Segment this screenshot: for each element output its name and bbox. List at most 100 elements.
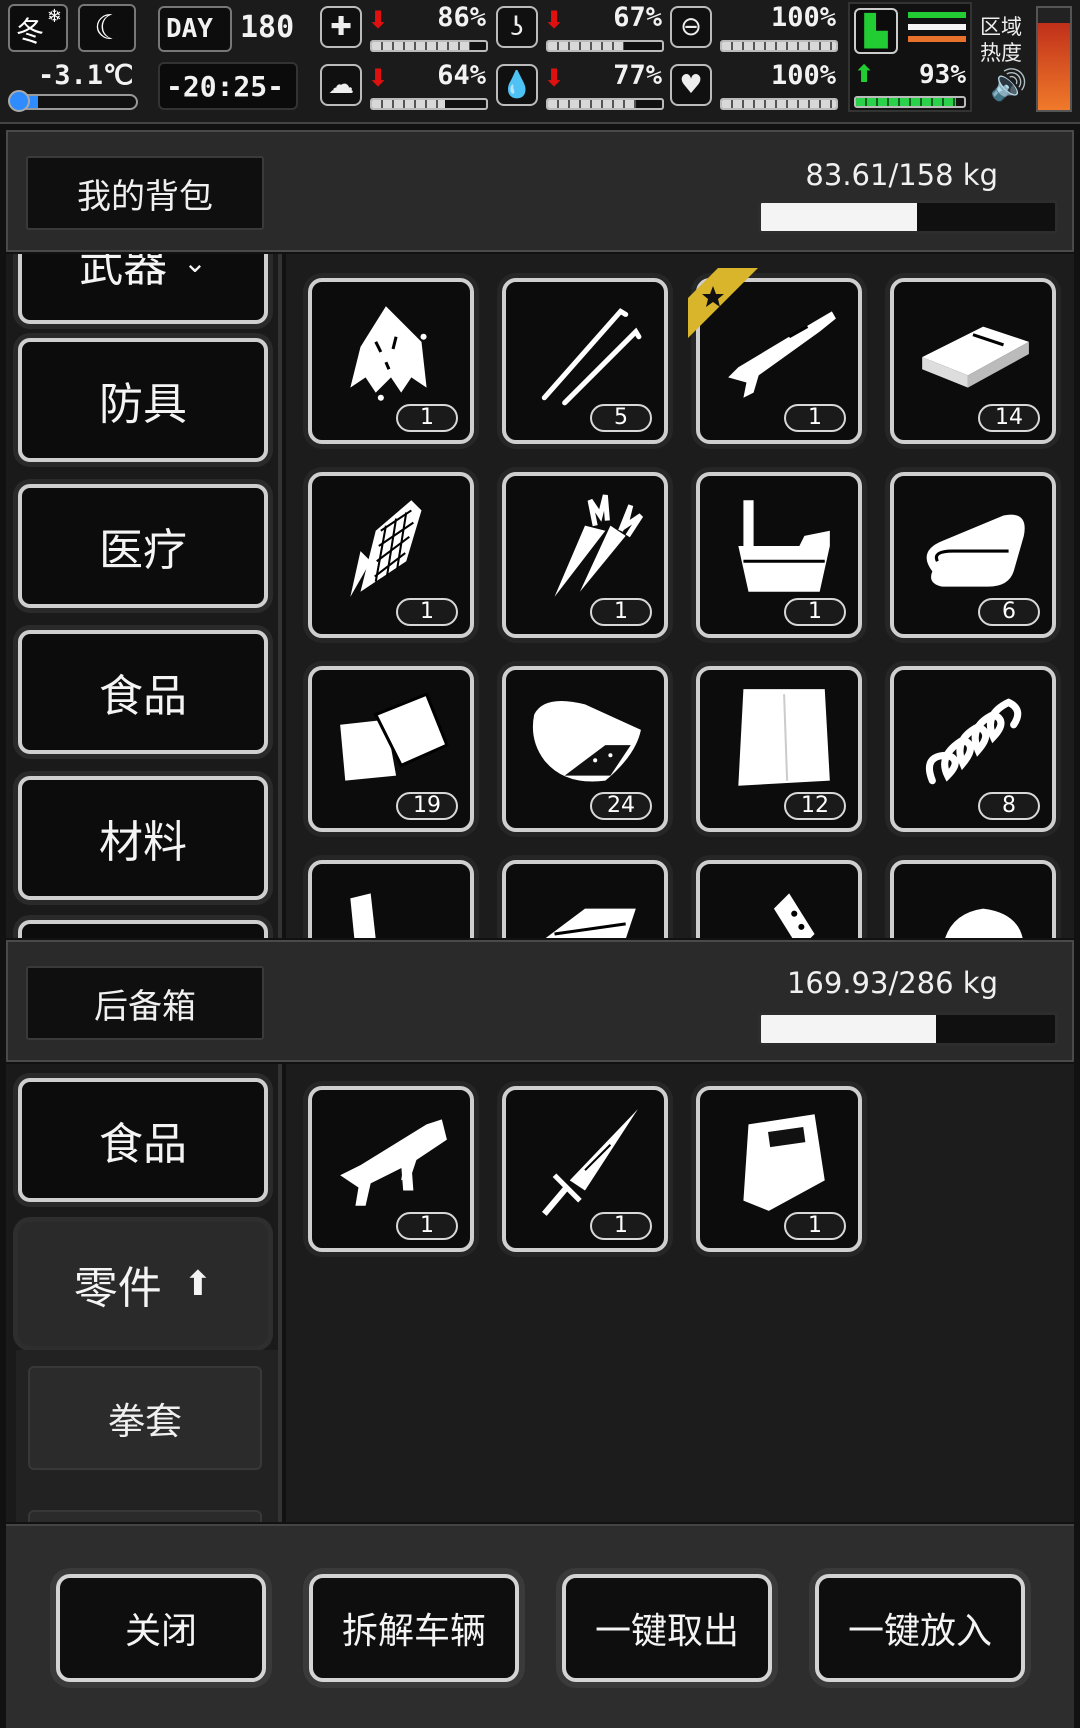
metal-plate-icon <box>922 326 1029 388</box>
action-bar: 关闭 拆解车辆 一键取出 一键放入 <box>6 1524 1074 1728</box>
dismantle-vehicle-button[interactable]: 拆解车辆 <box>309 1574 519 1682</box>
boot-icon: ▙ <box>854 8 898 54</box>
item-slot-lockpick[interactable]: 5 <box>502 278 668 444</box>
item-slot-metal-plate[interactable]: 14 <box>890 278 1056 444</box>
trunk-item-grid: 1 1 1 <box>286 1064 1074 1522</box>
category-more[interactable] <box>18 920 268 938</box>
close-button[interactable]: 关闭 <box>56 1574 266 1682</box>
subcategory-label: 拳套 <box>108 1400 182 1443</box>
take-all-label: 一键取出 <box>594 1611 739 1652</box>
rag-cloth-icon <box>350 306 427 401</box>
item-slot-dagger[interactable]: 1 <box>502 1086 668 1252</box>
hunger-stat: ʖ ⬇ 67% <box>496 2 666 58</box>
put-all-button[interactable]: 一键放入 <box>815 1574 1025 1682</box>
water-drop-icon: 💧 <box>496 64 538 106</box>
backpack-item-grid: 1 5 1 14 1 1 1 6 19 24 12 8 <box>286 254 1074 938</box>
item-slot-partial-1[interactable] <box>308 860 474 938</box>
day-number: 180 <box>240 10 295 45</box>
stomach-icon: ʖ <box>496 6 538 48</box>
subcategory-more[interactable] <box>28 1510 262 1522</box>
item-count: 1 <box>396 404 458 432</box>
medkit-icon: ✚ <box>320 6 362 48</box>
trend-up-icon: ⬆ <box>854 60 875 88</box>
item-slot-paper-sheet[interactable]: 12 <box>696 666 862 832</box>
zone-heat-label: 区域 热度 <box>980 15 1022 65</box>
health-value: 86% <box>437 2 486 33</box>
item-slot-shotgun[interactable]: 1 <box>688 268 862 444</box>
item-count: 6 <box>978 598 1040 626</box>
take-all-button[interactable]: 一键取出 <box>562 1574 772 1682</box>
item-slot-partial-4[interactable] <box>890 860 1056 938</box>
item-slot-leather-scrap[interactable]: 19 <box>308 666 474 832</box>
item-count: 1 <box>396 1212 458 1240</box>
item-slot-raw-meat[interactable]: 24 <box>502 666 668 832</box>
water-bucket-icon <box>738 500 830 592</box>
raw-meat-icon <box>532 701 641 782</box>
item-icon <box>545 908 636 938</box>
item-count: 1 <box>396 598 458 626</box>
thirst-value: 77% <box>613 60 662 91</box>
clock-box: -20:25- <box>158 62 298 110</box>
season-box: 冬 ❄ <box>8 4 68 52</box>
subcategory-knuckles[interactable]: 拳套 <box>28 1366 262 1470</box>
health-stat: ✚ ⬇ 86% <box>320 2 490 58</box>
item-slot-smg[interactable]: 1 <box>308 1086 474 1252</box>
trunk-category-list[interactable]: 食品 零件 ⬆ 拳套 <box>6 1064 282 1522</box>
category-armor[interactable]: 防具 <box>18 338 268 462</box>
item-slot-water-bucket[interactable]: 1 <box>696 472 862 638</box>
clock-label: -20:25- <box>166 70 285 103</box>
trunk-header: 后备箱 169.93/286 kg <box>6 940 1074 1062</box>
item-slot-cloth-roll[interactable]: 6 <box>890 472 1056 638</box>
heart-stat: ♥ 100% <box>670 60 840 116</box>
day-label: DAY <box>166 14 213 44</box>
category-label: 材料 <box>99 817 187 868</box>
category-label: 武器 <box>79 254 168 292</box>
item-icon <box>350 893 376 938</box>
category-label: 零件 <box>73 1263 162 1314</box>
item-count: 1 <box>784 404 846 432</box>
corn-icon <box>350 500 422 597</box>
snowflake-icon: ❄ <box>46 6 62 27</box>
category-label: 防具 <box>99 379 187 430</box>
item-slot-partial-2[interactable] <box>502 860 668 938</box>
temperature-label: -3.1℃ <box>38 60 134 91</box>
bandage-value: 100% <box>770 2 836 33</box>
item-count: 5 <box>590 404 652 432</box>
dagger-icon <box>542 1109 638 1216</box>
put-all-label: 一键放入 <box>847 1611 992 1652</box>
item-count: 12 <box>784 792 846 820</box>
trend-down-icon: ⬇ <box>544 6 565 34</box>
moon-icon: ☾ <box>78 4 136 52</box>
thermometer-bar <box>12 94 138 110</box>
category-medical[interactable]: 医疗 <box>18 484 268 608</box>
category-weapons[interactable]: 武器 ⌄ <box>18 254 268 324</box>
category-food[interactable]: 食品 <box>18 630 268 754</box>
bandage-stat: ⊖ 100% <box>670 2 840 58</box>
category-parts[interactable]: 零件 ⬆ <box>18 1222 268 1346</box>
item-slot-carrot[interactable]: 1 <box>502 472 668 638</box>
bandage-icon: ⊖ <box>670 6 712 48</box>
arrow-up-icon: ⬆ <box>183 1264 213 1304</box>
thirst-stat: 💧 ⬇ 77% <box>496 60 666 116</box>
trunk-weight-bar <box>758 1012 1058 1046</box>
item-slot-corn[interactable]: 1 <box>308 472 474 638</box>
close-button-label: 关闭 <box>124 1611 197 1652</box>
star-badge-icon <box>688 268 758 338</box>
item-count: 14 <box>978 404 1040 432</box>
item-slot-rag-cloth[interactable]: 1 <box>308 278 474 444</box>
item-slot-spring[interactable]: 8 <box>890 666 1056 832</box>
backpack-weight-bar <box>758 200 1058 234</box>
speaker-icon[interactable]: 🔊 <box>990 68 1027 103</box>
category-label: 食品 <box>99 671 187 722</box>
backpack-header: 我的背包 83.61/158 kg <box>6 130 1074 252</box>
category-materials[interactable]: 材料 <box>18 776 268 900</box>
item-slot-partial-3[interactable] <box>696 860 862 938</box>
item-slot-riot-shield[interactable]: 1 <box>696 1086 862 1252</box>
category-label: 医疗 <box>99 525 187 576</box>
item-count: 1 <box>590 598 652 626</box>
heart-value: 100% <box>770 60 836 91</box>
carrot-icon <box>554 494 644 597</box>
stamina-value: 93% <box>919 60 966 90</box>
backpack-category-list[interactable]: 武器 ⌄ 防具 医疗 食品 材料 <box>6 254 282 938</box>
category-food[interactable]: 食品 <box>18 1078 268 1202</box>
